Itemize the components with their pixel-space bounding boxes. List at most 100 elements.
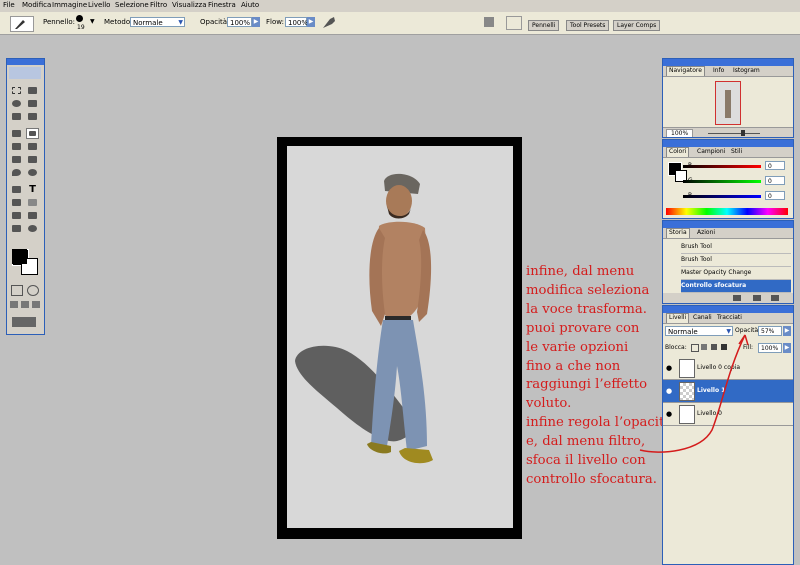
layer-opacity-input[interactable]: 57% bbox=[758, 326, 782, 336]
eraser-tool-icon[interactable] bbox=[10, 154, 23, 165]
menu-livello[interactable]: Livello bbox=[88, 1, 110, 9]
menu-filtro[interactable]: Filtro bbox=[150, 1, 167, 9]
quick-mask-icon[interactable] bbox=[27, 285, 39, 296]
navigator-zoom-input[interactable]: 100% bbox=[666, 129, 694, 137]
paint-bucket-tool-icon[interactable] bbox=[26, 154, 39, 165]
tab-layer-comps[interactable]: Layer Comps bbox=[613, 20, 661, 31]
tab-tool-presets[interactable]: Tool Presets bbox=[566, 20, 610, 31]
blur-tool-icon[interactable] bbox=[10, 167, 23, 178]
history-item[interactable]: Master Opacity Change bbox=[681, 267, 791, 280]
file-browser-icon[interactable] bbox=[484, 17, 494, 27]
magic-wand-tool-icon[interactable] bbox=[26, 98, 39, 109]
layer-row[interactable]: ● Livello 0 bbox=[663, 403, 793, 426]
new-document-icon[interactable] bbox=[733, 295, 741, 301]
fill-input[interactable]: 100% bbox=[758, 343, 782, 353]
tab-canali[interactable]: Canali bbox=[691, 314, 714, 321]
tab-pennelli[interactable]: Pennelli bbox=[528, 20, 560, 31]
marquee-tool-icon[interactable] bbox=[10, 85, 23, 96]
menu-modifica[interactable]: Modifica bbox=[22, 1, 51, 9]
tool-preset-picker[interactable] bbox=[10, 16, 34, 32]
path-selection-tool-icon[interactable] bbox=[10, 184, 23, 195]
hand-tool-icon[interactable] bbox=[10, 223, 23, 234]
tab-navigatore[interactable]: Navigatore bbox=[666, 66, 705, 76]
shape-tool-icon[interactable] bbox=[26, 197, 39, 208]
jump-to-imageready-icon[interactable] bbox=[12, 317, 36, 327]
eye-icon[interactable]: ● bbox=[666, 387, 672, 395]
standard-mode-icon[interactable] bbox=[11, 285, 23, 296]
move-tool-icon[interactable] bbox=[26, 85, 39, 96]
eye-icon[interactable]: ● bbox=[666, 364, 672, 372]
trash-icon[interactable] bbox=[771, 295, 779, 301]
screen-mode-full-icon[interactable] bbox=[32, 301, 40, 308]
color-titlebar[interactable] bbox=[663, 140, 793, 147]
history-brush-tool-icon[interactable] bbox=[26, 141, 39, 152]
history-item[interactable]: Brush Tool bbox=[681, 241, 791, 254]
navigator-preview[interactable] bbox=[715, 81, 741, 125]
lock-pixels-icon[interactable] bbox=[701, 344, 707, 350]
camera-icon[interactable] bbox=[753, 295, 761, 301]
tab-storia[interactable]: Storia bbox=[666, 228, 690, 238]
airbrush-icon[interactable] bbox=[322, 16, 336, 29]
tab-tracciati[interactable]: Tracciati bbox=[715, 314, 744, 321]
history-item-selected[interactable]: Controllo sfocatura bbox=[681, 280, 791, 293]
green-value-input[interactable]: 0 bbox=[765, 176, 785, 185]
flow-input[interactable]: 100% bbox=[285, 17, 308, 27]
blue-value-input[interactable]: 0 bbox=[765, 191, 785, 200]
tab-stili[interactable]: Stili bbox=[729, 148, 744, 155]
slice-tool-icon[interactable] bbox=[26, 111, 39, 122]
layer-row[interactable]: ● Livello 0 copia bbox=[663, 357, 793, 380]
fill-arrow-icon[interactable]: ▶ bbox=[783, 343, 791, 353]
zoom-slider[interactable] bbox=[708, 133, 760, 134]
zoom-slider-thumb[interactable] bbox=[741, 130, 745, 136]
lock-transparency-icon[interactable] bbox=[691, 344, 699, 352]
lock-position-icon[interactable] bbox=[711, 344, 717, 350]
screen-mode-standard-icon[interactable] bbox=[10, 301, 18, 308]
brush-dropdown-icon[interactable]: ▼ bbox=[90, 18, 95, 25]
history-item[interactable]: Brush Tool bbox=[681, 254, 791, 267]
menu-aiuto[interactable]: Aiuto bbox=[241, 1, 259, 9]
tab-azioni[interactable]: Azioni bbox=[695, 229, 717, 236]
tab-colori[interactable]: Colori bbox=[666, 147, 690, 157]
tab-istogramma[interactable]: Istogram bbox=[731, 67, 762, 74]
eyedropper-tool-icon[interactable] bbox=[26, 210, 39, 221]
red-value-input[interactable]: 0 bbox=[765, 161, 785, 170]
layer-opacity-arrow-icon[interactable]: ▶ bbox=[783, 326, 791, 336]
clone-stamp-tool-icon[interactable] bbox=[10, 141, 23, 152]
red-slider[interactable] bbox=[683, 165, 761, 168]
document-canvas[interactable] bbox=[287, 146, 513, 528]
green-slider[interactable] bbox=[683, 180, 761, 183]
history-titlebar[interactable] bbox=[663, 221, 793, 228]
mode-select[interactable]: Normale ▼ bbox=[130, 17, 185, 27]
tab-campioni[interactable]: Campioni bbox=[695, 148, 727, 155]
brush-tip-icon[interactable] bbox=[76, 15, 83, 22]
screen-mode-menu-icon[interactable] bbox=[21, 301, 29, 308]
opacity-arrow-icon[interactable]: ▶ bbox=[252, 17, 260, 27]
lasso-tool-icon[interactable] bbox=[10, 98, 23, 109]
zoom-tool-icon[interactable] bbox=[26, 223, 39, 234]
tab-info[interactable]: Info bbox=[711, 67, 726, 74]
layer-row-selected[interactable]: ● Livello 1 bbox=[663, 380, 793, 403]
pen-tool-icon[interactable] bbox=[10, 197, 23, 208]
tab-livelli[interactable]: Livelli bbox=[666, 313, 690, 323]
flow-arrow-icon[interactable]: ▶ bbox=[307, 17, 315, 27]
color-spectrum-bar[interactable] bbox=[666, 208, 788, 215]
eye-icon[interactable]: ● bbox=[666, 410, 672, 418]
menu-selezione[interactable]: Selezione bbox=[115, 1, 149, 9]
type-tool-icon[interactable]: T bbox=[26, 184, 39, 195]
brush-tool-icon[interactable] bbox=[26, 128, 39, 139]
navigator-titlebar[interactable] bbox=[663, 59, 793, 66]
opacity-input[interactable]: 100% bbox=[227, 17, 252, 27]
healing-brush-tool-icon[interactable] bbox=[10, 128, 23, 139]
notes-tool-icon[interactable] bbox=[10, 210, 23, 221]
blend-mode-select[interactable]: Normale ▼ bbox=[665, 326, 733, 336]
blue-slider[interactable] bbox=[683, 195, 761, 198]
menu-file[interactable]: File bbox=[3, 1, 15, 9]
lock-all-icon[interactable] bbox=[721, 344, 727, 350]
layers-titlebar[interactable] bbox=[663, 306, 793, 313]
palette-well-icon[interactable] bbox=[506, 16, 522, 30]
menu-finestra[interactable]: Finestra bbox=[208, 1, 236, 9]
crop-tool-icon[interactable] bbox=[10, 111, 23, 122]
menu-visualizza[interactable]: Visualizza bbox=[172, 1, 206, 9]
dodge-tool-icon[interactable] bbox=[26, 167, 39, 178]
menu-immagine[interactable]: Immagine bbox=[52, 1, 87, 9]
